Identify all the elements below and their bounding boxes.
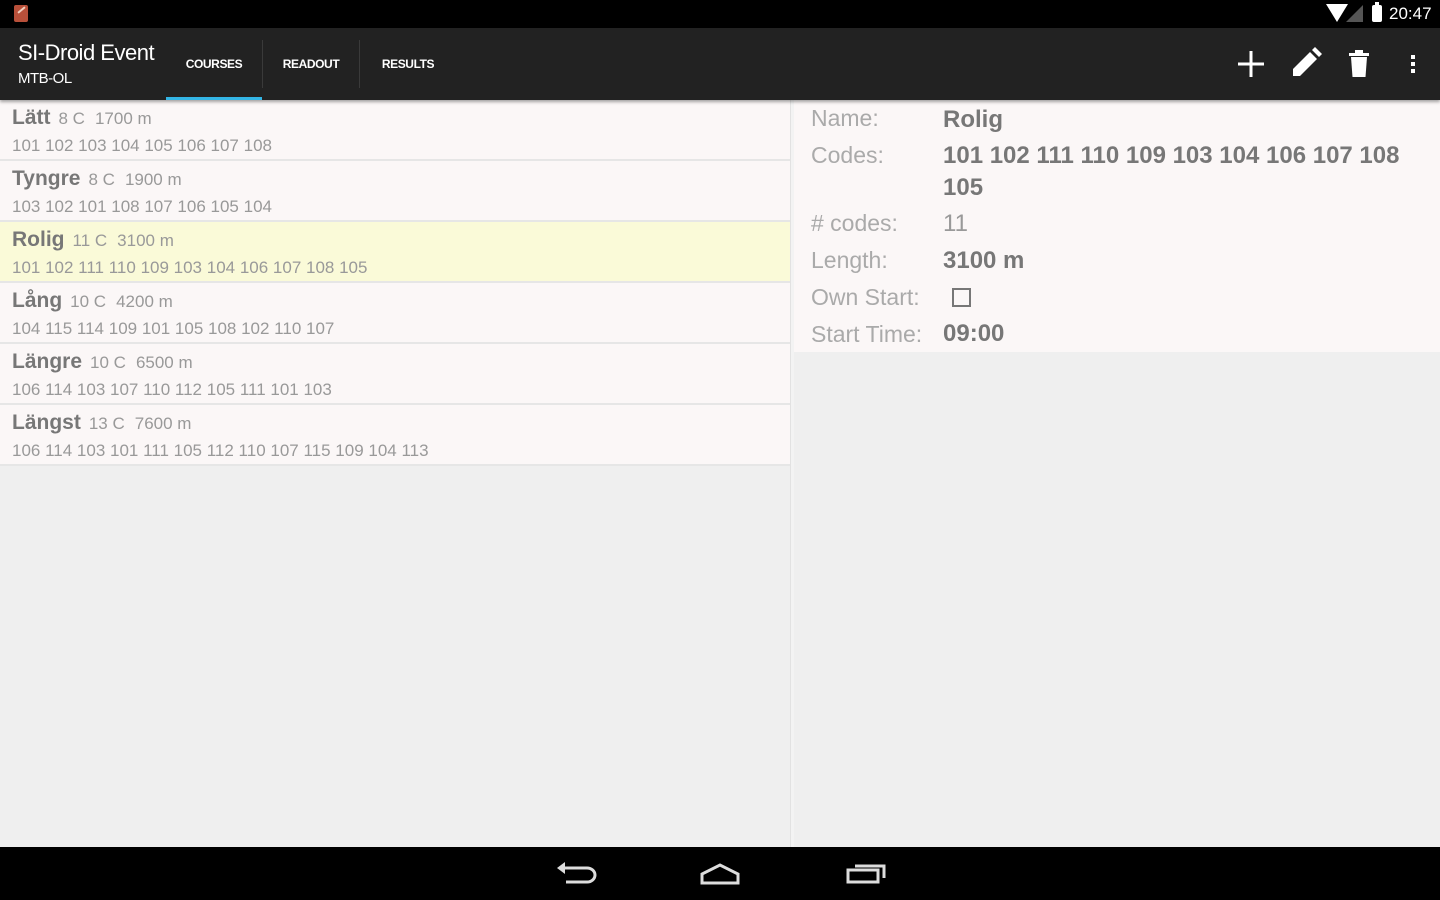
course-control-count: 11 C bbox=[72, 231, 108, 250]
course-length: 7600 m bbox=[134, 414, 192, 433]
course-row-rolig[interactable]: Rolig 11 C 3100 m 101 102 111 110 109 103 … bbox=[0, 222, 790, 283]
edit-icon bbox=[1293, 47, 1322, 76]
course-name: Längre bbox=[12, 350, 83, 373]
course-length: 3100 m bbox=[117, 231, 174, 250]
course-name: Lätt bbox=[12, 106, 51, 129]
tab-results[interactable]: RESULTS bbox=[360, 28, 456, 100]
start-time-label: Start Time: bbox=[811, 321, 923, 347]
start-time-value: 09:00 bbox=[943, 320, 1005, 347]
home-button[interactable] bbox=[696, 856, 744, 890]
overflow-menu-button[interactable] bbox=[1387, 38, 1439, 90]
codes-value: 101 102 111 110 109 103 104 106 107 108 … bbox=[943, 142, 1400, 201]
course-row-langst[interactable]: Längst 13 C 7600 m 106 114 103 101 111 105… bbox=[0, 405, 790, 466]
home-icon bbox=[700, 863, 740, 885]
course-name: Lång bbox=[12, 289, 63, 312]
add-icon bbox=[1238, 51, 1264, 77]
course-row-tyngre[interactable]: Tyngre 8 C 1900 m 103 102 101 108 107 106 … bbox=[0, 161, 790, 222]
course-list: Lätt 8 C 1700 m 101 102 103 104 105 106 10… bbox=[0, 100, 790, 466]
course-codes: 106 114 103 101 111 105 112 110 107 115 … bbox=[12, 441, 429, 460]
wifi-icon bbox=[1326, 4, 1348, 22]
length-value: 3100 m bbox=[943, 247, 1025, 274]
course-control-count: 10 C bbox=[70, 292, 107, 311]
app-notification-icon bbox=[14, 5, 28, 22]
tab-courses[interactable]: COURSES bbox=[166, 28, 262, 100]
course-length: 1700 m bbox=[94, 109, 152, 128]
course-row-lang[interactable]: Lång 10 C 4200 m 104 115 114 109 101 105 1… bbox=[0, 283, 790, 344]
signal-icon bbox=[1346, 5, 1363, 22]
own-start-label: Own Start: bbox=[811, 284, 920, 310]
selected-tab-indicator bbox=[166, 97, 262, 100]
delete-icon bbox=[1349, 50, 1369, 77]
course-length: 1900 m bbox=[124, 170, 182, 189]
course-control-count: 8 C bbox=[58, 109, 85, 128]
course-length: 4200 m bbox=[116, 292, 173, 311]
length-label: Length: bbox=[811, 247, 888, 273]
course-control-count: 8 C bbox=[88, 170, 115, 189]
course-codes: 101 102 111 110 109 103 104 106 107 108 … bbox=[12, 258, 368, 277]
status-bar: 20:47 bbox=[0, 0, 1440, 28]
name-value: Rolig bbox=[943, 106, 1003, 133]
course-name: Rolig bbox=[12, 228, 65, 251]
name-label: Name: bbox=[811, 105, 879, 131]
course-codes: 104 115 114 109 101 105 108 102 110 107 bbox=[12, 319, 335, 338]
course-codes: 106 114 103 107 110 112 105 111 101 103 bbox=[12, 380, 332, 399]
back-icon bbox=[557, 862, 597, 884]
course-row-langre[interactable]: Längre 10 C 6500 m 106 114 103 107 110 112… bbox=[0, 344, 790, 405]
course-length: 6500 m bbox=[135, 353, 193, 372]
status-clock: 20:47 bbox=[1389, 4, 1432, 23]
back-button[interactable] bbox=[552, 856, 600, 890]
code-count-label: # codes: bbox=[811, 210, 898, 236]
course-control-count: 10 C bbox=[90, 353, 126, 372]
navigation-bar bbox=[0, 847, 1440, 900]
app-subtitle: MTB-OL bbox=[18, 70, 72, 87]
delete-button[interactable] bbox=[1333, 38, 1385, 90]
course-codes: 101 102 103 104 105 106 107 108 bbox=[12, 136, 272, 155]
course-name: Tyngre bbox=[12, 167, 81, 190]
edit-button[interactable] bbox=[1279, 38, 1331, 90]
code-count-value: 11 bbox=[943, 210, 968, 237]
recent-apps-button[interactable] bbox=[842, 856, 890, 890]
action-bar: SI-Droid Event MTB-OL COURSES READOUT RE… bbox=[0, 28, 1440, 100]
course-codes: 103 102 101 108 107 106 105 104 bbox=[12, 197, 272, 216]
battery-icon bbox=[1372, 2, 1382, 22]
recent-apps-icon bbox=[846, 864, 886, 884]
course-details: Name: Rolig Codes: 101 102 111 110 109 1… bbox=[794, 100, 1440, 352]
app-title: SI-Droid Event bbox=[18, 40, 155, 65]
codes-label: Codes: bbox=[811, 142, 884, 168]
overflow-menu-icon bbox=[1411, 55, 1415, 73]
course-name: Längst bbox=[12, 411, 81, 434]
course-control-count: 13 C bbox=[88, 414, 125, 433]
own-start-checkbox[interactable] bbox=[952, 288, 971, 307]
course-row-latt[interactable]: Lätt 8 C 1700 m 101 102 103 104 105 106 10… bbox=[0, 100, 790, 161]
add-button[interactable] bbox=[1225, 38, 1277, 90]
tab-readout[interactable]: READOUT bbox=[263, 28, 359, 100]
